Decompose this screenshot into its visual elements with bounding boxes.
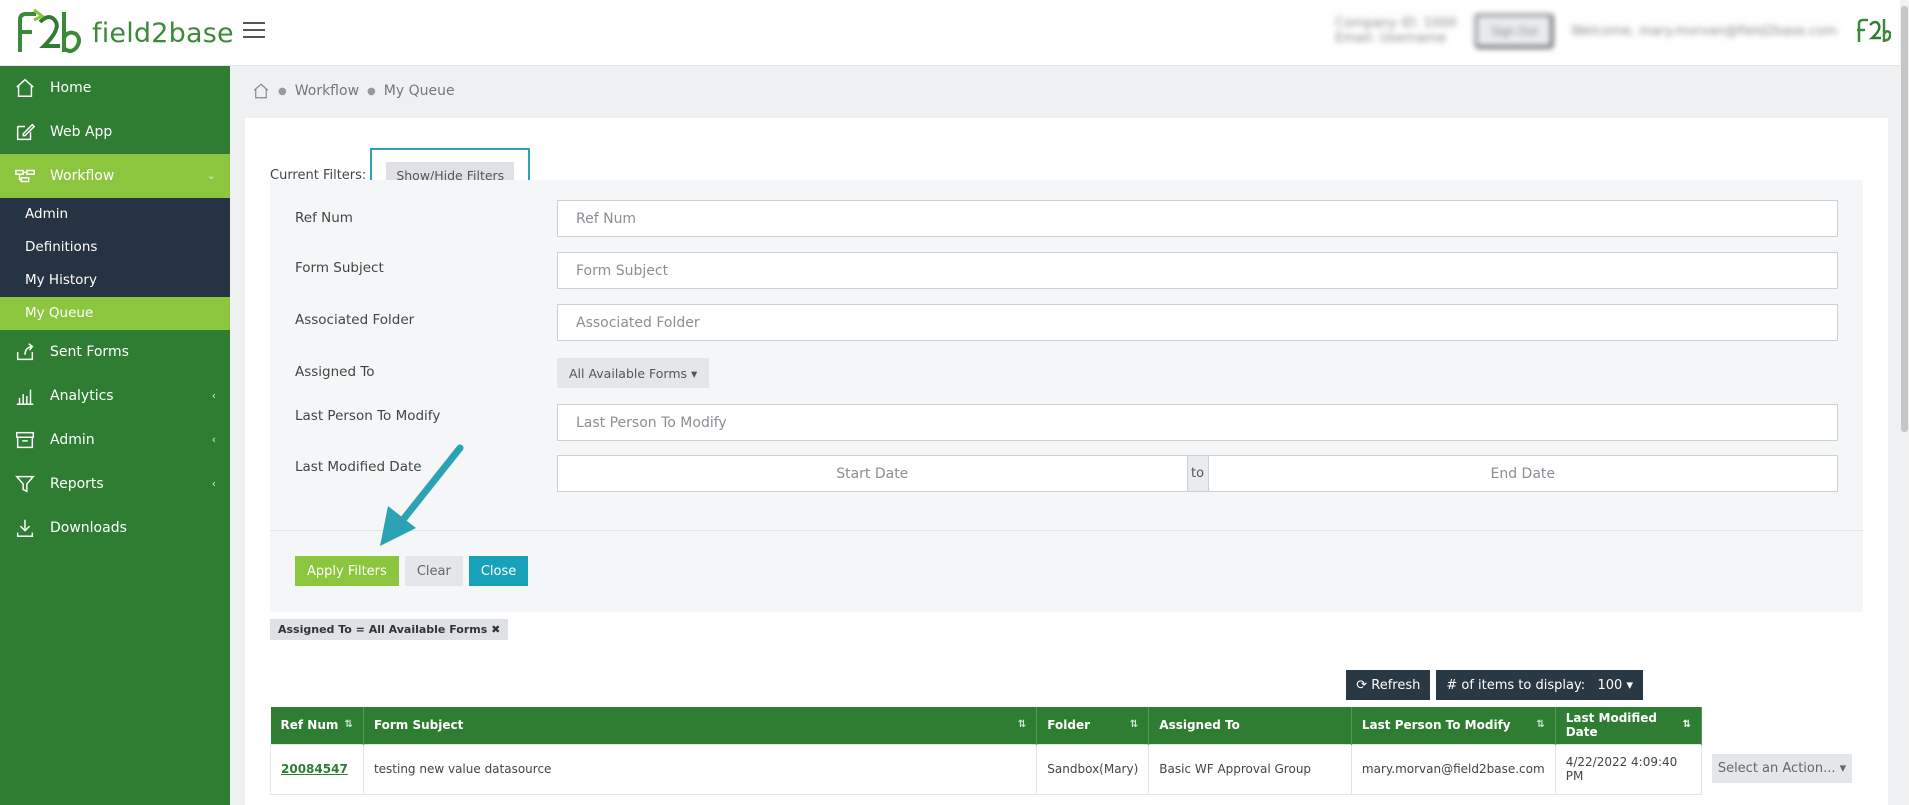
- menu-toggle-icon[interactable]: [243, 22, 265, 40]
- edit-icon: [13, 120, 37, 144]
- cell-subject: testing new value datasource: [362, 743, 1038, 795]
- main-panel: Current Filters: Show/Hide Filters Ref N…: [245, 118, 1888, 805]
- archive-icon: [13, 428, 37, 452]
- sidebar-item-web-app[interactable]: Web App: [0, 110, 230, 154]
- home-icon[interactable]: [252, 82, 270, 100]
- remove-filter-icon[interactable]: ✖: [491, 623, 500, 636]
- start-date-input[interactable]: [557, 455, 1188, 492]
- last-person-input[interactable]: [557, 404, 1838, 441]
- ref-num-input[interactable]: [557, 200, 1838, 237]
- filter-divider: [270, 530, 1863, 531]
- associated-folder-label: Associated Folder: [295, 312, 415, 328]
- col-folder[interactable]: Folder ⇅: [1036, 707, 1150, 744]
- annotation-arrow-icon: [380, 444, 464, 546]
- page-scrollbar[interactable]: [1900, 0, 1909, 805]
- home-icon: [13, 76, 37, 100]
- breadcrumb-workflow[interactable]: Workflow: [295, 83, 359, 99]
- scrollbar-thumb[interactable]: [1901, 6, 1908, 432]
- apply-filters-button[interactable]: Apply Filters: [295, 556, 399, 586]
- chevron-left-icon: ‹: [211, 433, 216, 446]
- download-icon: [13, 516, 37, 540]
- ref-num-label: Ref Num: [295, 210, 353, 226]
- date-range: to: [557, 455, 1838, 492]
- submenu-item-definitions[interactable]: Definitions: [0, 231, 230, 264]
- company-info: Company ID: 1000 Email: Username: [1335, 16, 1457, 46]
- assigned-to-dropdown[interactable]: All Available Forms ▾: [557, 358, 710, 388]
- f2b-small-logo-icon: [1857, 18, 1891, 42]
- sidebar-item-reports[interactable]: Reports ‹: [0, 462, 230, 506]
- col-ref-num[interactable]: Ref Num ⇅: [270, 707, 364, 744]
- table-row: 20084547 testing new value datasource Sa…: [270, 743, 1703, 795]
- cell-date: 4/22/2022 4:09:40 PM: [1554, 743, 1703, 795]
- cell-assigned: Basic WF Approval Group: [1148, 743, 1352, 795]
- submenu-item-admin[interactable]: Admin: [0, 198, 230, 231]
- col-assigned-to[interactable]: Assigned To: [1148, 707, 1352, 744]
- chevron-left-icon: ‹: [211, 389, 216, 402]
- col-last-modified[interactable]: Last Modified Date ⇅: [1555, 707, 1703, 744]
- cell-folder: Sandbox(Mary): [1036, 743, 1150, 795]
- sidebar: Home Web App Workflow ⌄ Admin Definition…: [0, 66, 230, 805]
- filter-icon: [13, 472, 37, 496]
- sidebar-item-downloads[interactable]: Downloads: [0, 506, 230, 550]
- sidebar-item-analytics[interactable]: Analytics ‹: [0, 374, 230, 418]
- col-form-subject[interactable]: Form Subject ⇅: [363, 707, 1038, 744]
- bar-chart-icon: [13, 384, 37, 408]
- sort-desc-icon: ⇅: [1682, 719, 1691, 730]
- welcome-text: Welcome, mary.morvan@field2base.com: [1571, 23, 1837, 39]
- associated-folder-input[interactable]: [557, 304, 1838, 341]
- items-to-display-dropdown[interactable]: # of items to display: 100 ▾: [1436, 670, 1643, 700]
- workflow-submenu: Admin Definitions My History My Queue: [0, 198, 230, 330]
- refresh-button[interactable]: ⟳ Refresh: [1346, 670, 1431, 700]
- share-icon: [13, 340, 37, 364]
- last-person-label: Last Person To Modify: [295, 408, 441, 424]
- active-filter-chip[interactable]: Assigned To = All Available Forms ✖: [270, 619, 509, 640]
- breadcrumb: ● Workflow ● My Queue: [252, 82, 455, 100]
- queue-table: Ref Num ⇅ Form Subject ⇅ Folder ⇅ Assigned …: [270, 707, 1703, 795]
- brand-logo[interactable]: field2base: [14, 8, 234, 58]
- sort-icon: ⇅: [344, 719, 353, 730]
- brand-name: field2base: [92, 17, 234, 49]
- form-subject-label: Form Subject: [295, 260, 384, 276]
- workflow-icon: [13, 164, 37, 188]
- clear-button[interactable]: Clear: [404, 556, 463, 586]
- end-date-input[interactable]: [1207, 455, 1838, 492]
- sidebar-item-sent-forms[interactable]: Sent Forms: [0, 330, 230, 374]
- ref-num-link[interactable]: 20084547: [281, 762, 348, 776]
- sidebar-item-workflow[interactable]: Workflow ⌄: [0, 154, 230, 198]
- assigned-to-label: Assigned To: [295, 364, 375, 380]
- chevron-down-icon: ⌄: [206, 169, 216, 182]
- select-action-dropdown[interactable]: Select an Action... ▾: [1712, 754, 1852, 783]
- sidebar-item-home[interactable]: Home: [0, 66, 230, 110]
- close-button[interactable]: Close: [468, 556, 529, 586]
- cell-last-person: mary.morvan@field2base.com: [1350, 743, 1556, 795]
- date-to-label: to: [1187, 455, 1208, 492]
- col-last-person[interactable]: Last Person To Modify ⇅: [1351, 707, 1556, 744]
- chevron-left-icon: ‹: [211, 477, 216, 490]
- sort-icon: ⇅: [1536, 719, 1545, 730]
- submenu-item-my-queue[interactable]: My Queue: [0, 297, 230, 330]
- sort-icon: ⇅: [1129, 719, 1139, 730]
- refresh-icon: ⟳: [1356, 677, 1368, 693]
- form-subject-input[interactable]: [557, 252, 1838, 289]
- sign-out-button[interactable]: Sign Out: [1474, 14, 1554, 48]
- filter-panel: Ref Num Form Subject Associated Folder A…: [270, 180, 1863, 612]
- submenu-item-my-history[interactable]: My History: [0, 264, 230, 297]
- sort-icon: ⇅: [1017, 719, 1027, 730]
- sidebar-item-admin[interactable]: Admin ‹: [0, 418, 230, 462]
- top-bar: field2base Company ID: 1000 Email: Usern…: [0, 0, 1909, 66]
- breadcrumb-my-queue: My Queue: [383, 83, 455, 99]
- f2b-logo-icon: [18, 8, 81, 53]
